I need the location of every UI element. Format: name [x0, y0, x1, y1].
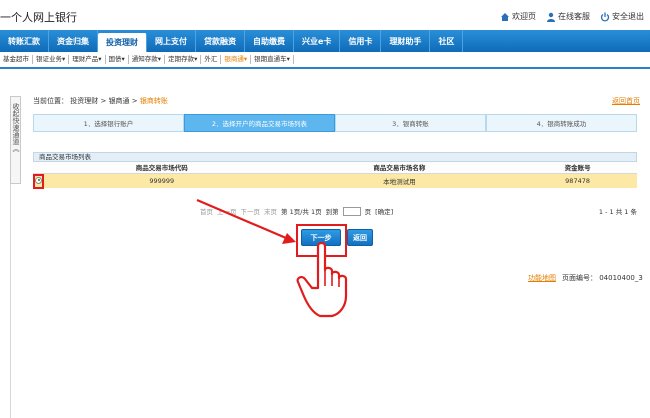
function-map-link[interactable]: 功能地图 — [528, 273, 556, 283]
page: 一个人网上银行 欢迎页 在线客服 安全退出 转账汇款 资金归集 投资理财 网上支… — [0, 0, 650, 418]
pointing-hand-icon — [296, 241, 348, 318]
red-arrow-annotation — [196, 198, 296, 244]
page-number-text: 页面编号： 04010400_3 — [562, 274, 643, 282]
